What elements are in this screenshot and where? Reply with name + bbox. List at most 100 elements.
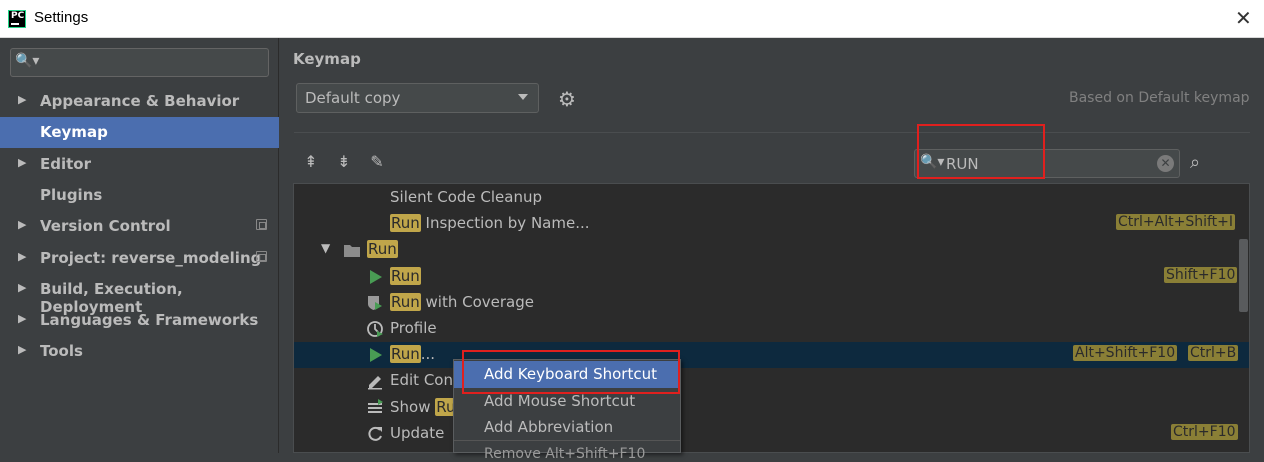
page-title: Keymap — [293, 50, 361, 68]
sidebar-item-label: Appearance & Behavior — [40, 92, 240, 110]
tree-row[interactable]: Run with Coverage — [294, 290, 1249, 316]
sidebar-item-project-reverse-modeling[interactable]: ▶ Project: reverse_modeling — [0, 243, 279, 274]
search-icon: 🔍▾ — [15, 53, 40, 69]
tree-row[interactable]: Run... Alt+Shift+F10 Ctrl+B — [294, 342, 1249, 369]
expand-arrow-icon[interactable]: ▶ — [18, 218, 26, 231]
tree-row[interactable]: Run Inspection by Name... Ctrl+Alt+Shift+… — [294, 211, 1249, 237]
sidebar-item-label: Languages & Frameworks — [40, 311, 259, 330]
action-name: Run — [367, 240, 398, 259]
sidebar-item-label: Tools — [40, 342, 83, 361]
menu-separator — [454, 440, 680, 441]
search-match-highlight: Run — [390, 292, 421, 311]
sidebar-item-appearance-behavior[interactable]: ▶ Appearance & Behavior — [0, 86, 279, 117]
action-name-text: with Coverage — [420, 292, 534, 311]
action-name: Run — [390, 266, 421, 285]
folder-icon — [343, 241, 361, 259]
search-match-highlight: Run — [390, 345, 421, 364]
project-level-icon — [256, 250, 267, 262]
expand-arrow-icon[interactable]: ▶ — [18, 156, 26, 169]
show-running-list-icon — [366, 398, 384, 417]
actions-tree: Silent Code Cleanup Run Inspection by Nam… — [293, 183, 1250, 453]
app-icon-text: PC — [11, 11, 25, 21]
sidebar-item-version-control[interactable]: ▶ Version Control — [0, 211, 279, 242]
tree-row[interactable]: Run Shift+F10 — [294, 264, 1249, 290]
sidebar-item-editor[interactable]: ▶ Editor — [0, 149, 279, 180]
sidebar-item-label: Keymap — [40, 123, 108, 142]
based-on-label: Based on Default keymap — [1069, 90, 1250, 106]
action-name: Run Inspection by Name... — [390, 214, 590, 233]
shortcut-badge: Alt+Shift+F10 — [1073, 345, 1178, 362]
tree-row[interactable]: Edit Con — [294, 368, 1249, 394]
action-name: Show Ru — [390, 397, 457, 416]
search-match-highlight: Run — [367, 240, 398, 259]
sidebar-item-label: Version Control — [40, 217, 171, 236]
shortcut-badge: Ctrl+Alt+Shift+I — [1116, 214, 1236, 231]
project-level-icon — [256, 219, 267, 231]
expand-arrow-icon[interactable]: ▶ — [18, 281, 26, 294]
sidebar-item-plugins[interactable]: Plugins — [0, 180, 279, 211]
run-icon — [366, 268, 384, 286]
expand-arrow-icon[interactable]: ▶ — [18, 93, 26, 106]
expand-arrow-icon[interactable]: ▶ — [18, 250, 26, 263]
expanded-arrow-icon[interactable]: ▼ — [321, 241, 330, 255]
menu-item-label: Add Mouse Shortcut — [484, 391, 636, 410]
action-name: Silent Code Cleanup — [390, 188, 542, 206]
expand-all-icon[interactable]: ⇞ — [301, 152, 321, 172]
clear-filter-icon[interactable]: ✕ — [1157, 155, 1174, 172]
run-icon — [366, 346, 384, 364]
tree-row[interactable]: Show Ru — [294, 395, 1249, 421]
expand-arrow-icon[interactable]: ▶ — [18, 312, 26, 325]
menu-item-label: Add Abbreviation — [484, 418, 614, 436]
sidebar-item-keymap[interactable]: Keymap — [0, 117, 279, 149]
action-name-prefix: Update — [390, 423, 445, 442]
tree-group-run[interactable]: ▼ Run — [294, 237, 1249, 263]
action-name-text: Inspection by Name... — [420, 214, 590, 233]
expand-arrow-icon[interactable]: ▶ — [18, 343, 26, 356]
action-name: Profile — [390, 319, 437, 337]
sidebar-item-label: Plugins — [40, 185, 103, 204]
action-name: Edit Con — [390, 371, 453, 389]
action-name-text: Silent Code Cleanup — [390, 188, 543, 206]
shortcut-badge: Shift+F10 — [1164, 266, 1238, 283]
menu-item-add-abbreviation[interactable]: Add Abbreviation — [454, 414, 680, 441]
keymap-scheme-value: Default copy — [305, 89, 401, 107]
find-by-shortcut-icon[interactable]: ⌕ — [1190, 152, 1200, 173]
sidebar-item-label: Project: reverse_modeling — [40, 248, 262, 267]
pycharm-app-icon: PC — [8, 10, 26, 28]
menu-item-remove-shortcut[interactable]: Remove Alt+Shift+F10 — [484, 446, 645, 462]
search-match-highlight: Run — [390, 214, 421, 233]
chevron-down-icon — [518, 94, 528, 100]
tree-scrollbar[interactable] — [1239, 239, 1248, 312]
edit-shortcut-icon[interactable]: ✎ — [367, 152, 387, 172]
profile-icon — [366, 320, 384, 338]
run-with-coverage-icon — [366, 294, 384, 312]
tree-row[interactable]: Silent Code Cleanup — [294, 185, 1249, 211]
search-match-highlight: Run — [390, 266, 421, 285]
settings-search-input[interactable]: 🔍▾ — [10, 48, 269, 77]
action-name: Run... — [390, 345, 436, 364]
title-bar: PC Settings ✕ — [0, 0, 1264, 38]
sidebar-item-build-execution-deployment[interactable]: ▶ Build, Execution, Deployment — [0, 274, 279, 316]
action-name-text: Profile — [390, 319, 437, 337]
gear-icon[interactable]: ⚙ — [558, 87, 576, 111]
sidebar-item-tools[interactable]: ▶ Tools — [0, 336, 279, 367]
annotation-box-search — [917, 124, 1045, 179]
tree-row[interactable]: Update Ctrl+F10 — [294, 421, 1249, 447]
sidebar-item-label: Editor — [40, 154, 91, 173]
settings-sidebar: 🔍▾ ▶ Appearance & Behavior Keymap ▶ Editor Pl… — [0, 38, 279, 453]
collapse-all-icon[interactable]: ⇟ — [334, 152, 354, 172]
sidebar-item-languages-frameworks[interactable]: ▶ Languages & Frameworks — [0, 305, 279, 336]
action-name-prefix: Show — [390, 397, 436, 416]
keymap-panel: Keymap Default copy ⚙ Based on Default k… — [280, 38, 1264, 453]
shortcut-badge: Ctrl+F10 — [1171, 423, 1238, 440]
update-icon — [366, 425, 384, 443]
close-window-button[interactable]: ✕ — [1235, 6, 1252, 30]
keymap-scheme-dropdown[interactable]: Default copy — [296, 83, 539, 113]
divider — [294, 132, 1250, 133]
tree-row[interactable]: Profile — [294, 316, 1249, 342]
action-name-prefix: Edit Con — [390, 371, 453, 390]
action-name-text: ... — [420, 345, 436, 364]
edit-configurations-icon — [366, 372, 384, 390]
action-name: Run with Coverage — [390, 292, 534, 311]
annotation-box-menu — [462, 350, 680, 394]
